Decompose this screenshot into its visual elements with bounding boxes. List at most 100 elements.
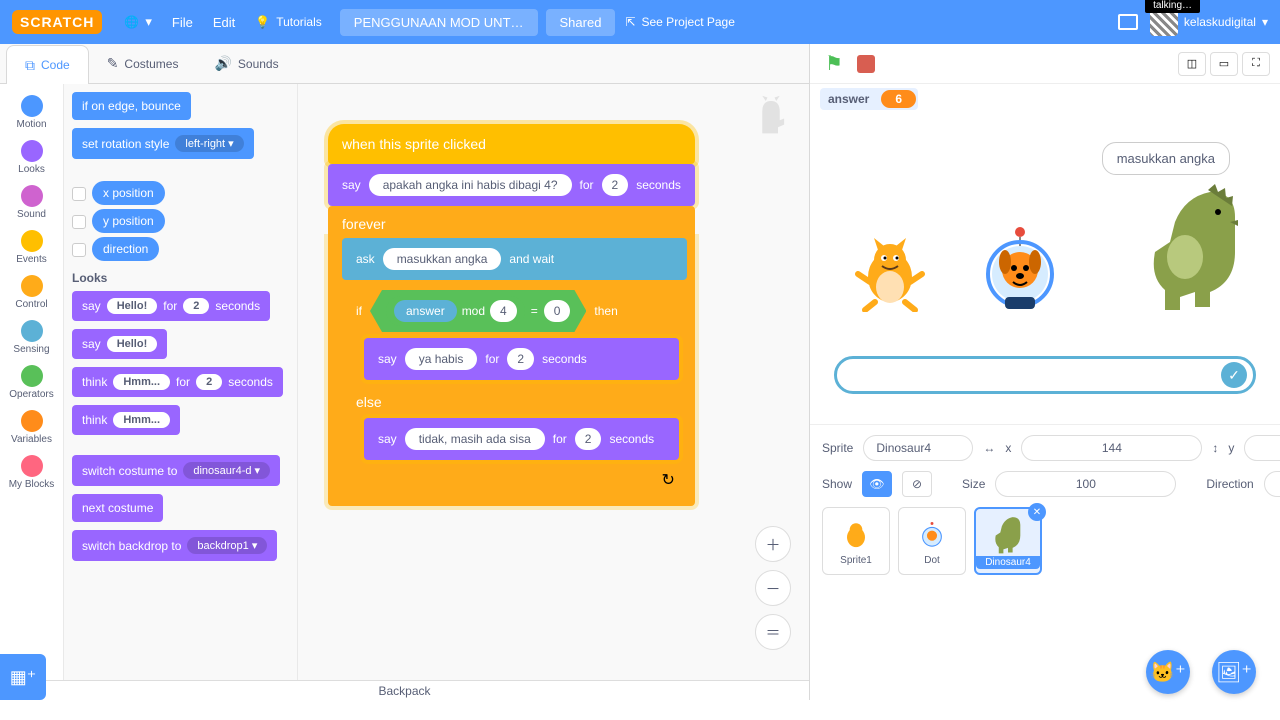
see-project-page-button[interactable]: ⇱See Project Page (615, 0, 744, 44)
sprite-dinosaur-icon[interactable] (1140, 182, 1250, 312)
scratch-logo[interactable]: SCRATCH (12, 10, 102, 34)
backpack-panel[interactable]: Backpack (0, 680, 809, 700)
block-if-edge-bounce[interactable]: if on edge, bounce (72, 92, 191, 120)
zoom-out-button[interactable]: － (755, 570, 791, 606)
checkbox-x-position[interactable] (72, 187, 86, 201)
stage-small-button[interactable]: ◫ (1178, 52, 1206, 76)
costumes-icon: ✎ (107, 55, 119, 72)
tab-code[interactable]: ⧉Code (6, 45, 89, 84)
block-say-question[interactable]: sayapakah angka ini habis dibagi 4?for2s… (328, 164, 695, 206)
script-stack[interactable]: when this sprite clicked sayapakah angka… (328, 124, 695, 506)
reporter-y-position[interactable]: y position (92, 209, 165, 233)
checkbox-direction[interactable] (72, 243, 86, 257)
zoom-reset-button[interactable]: ＝ (755, 614, 791, 650)
stage-canvas[interactable]: masukkan angka ✓ (820, 112, 1270, 402)
sprite-y-input[interactable] (1244, 435, 1280, 461)
zoom-in-button[interactable]: ＋ (755, 526, 791, 562)
sensing-answer[interactable]: answer (394, 300, 457, 322)
tab-costumes[interactable]: ✎Costumes (89, 44, 197, 83)
tab-sounds[interactable]: 🔊Sounds (196, 44, 296, 83)
block-next-costume[interactable]: next costume (72, 494, 163, 522)
reporter-direction[interactable]: direction (92, 237, 159, 261)
mystuff-icon[interactable] (1118, 14, 1138, 30)
delete-sprite-button[interactable]: ✕ (1028, 503, 1046, 521)
category-dot-icon (21, 140, 43, 162)
ask-submit-button[interactable]: ✓ (1221, 362, 1247, 388)
block-say-for-seconds[interactable]: sayHello!for2seconds (72, 291, 270, 321)
category-operators[interactable]: Operators (0, 360, 63, 405)
sprite-name-input[interactable] (863, 435, 973, 461)
block-categories: MotionLooksSoundEventsControlSensingOper… (0, 84, 64, 680)
category-control[interactable]: Control (0, 270, 63, 315)
shared-status: Shared (546, 9, 616, 36)
stop-button[interactable] (852, 50, 880, 78)
operator-equals[interactable]: answermod4 =0 (370, 290, 586, 332)
stage-header: ⚑ ◫ ▭ ⛶ (810, 44, 1280, 84)
block-else[interactable]: else (342, 386, 687, 418)
category-dot-icon (21, 410, 43, 432)
block-when-sprite-clicked[interactable]: when this sprite clicked (328, 124, 695, 164)
tutorials-button[interactable]: 💡Tutorials (245, 0, 332, 44)
operator-mod[interactable]: answermod4 (386, 296, 525, 326)
category-my blocks[interactable]: My Blocks (0, 450, 63, 495)
sprite-card-sprite1[interactable]: Sprite1 (822, 507, 890, 575)
external-icon: ⇱ (625, 15, 635, 29)
sprite-dot-icon[interactable] (975, 212, 1065, 312)
language-menu[interactable]: 🌐▾ (114, 0, 161, 44)
category-looks[interactable]: Looks (0, 135, 63, 180)
sounds-icon: 🔊 (214, 55, 231, 72)
category-dot-icon (21, 185, 43, 207)
flag-icon: ⚑ (825, 51, 843, 76)
fullscreen-button[interactable]: ⛶ (1242, 52, 1270, 76)
stop-icon (857, 55, 875, 73)
sprite-list: Sprite1 Dot ✕ Dinosaur4 (822, 507, 1280, 575)
add-backdrop-button[interactable]: 🖼⁺ (1212, 650, 1256, 694)
answer-monitor[interactable]: answer 6 (820, 88, 918, 110)
category-sound[interactable]: Sound (0, 180, 63, 225)
block-say[interactable]: sayHello! (72, 329, 167, 359)
reporter-x-position[interactable]: x position (92, 181, 165, 205)
checkbox-y-position[interactable] (72, 215, 86, 229)
block-switch-backdrop[interactable]: switch backdrop tobackdrop1 ▾ (72, 530, 277, 561)
sprite-direction-input[interactable] (1264, 471, 1280, 497)
block-say-yes[interactable]: sayya habisfor2seconds (364, 338, 679, 380)
stage-area: answer 6 masukkan angka ✓ (810, 84, 1280, 424)
top-menu-bar: SCRATCH 🌐▾ File Edit 💡Tutorials PENGGUNA… (0, 0, 1280, 44)
sprite-size-input[interactable] (995, 471, 1176, 497)
ask-text-input[interactable] (851, 368, 1221, 383)
block-if-then[interactable]: if answermod4 =0 then (342, 280, 687, 338)
project-title-input[interactable]: PENGGUNAAN MOD UNT… (340, 9, 538, 36)
block-set-rotation[interactable]: set rotation styleleft-right ▾ (72, 128, 254, 159)
tooltip: talking… (1145, 0, 1200, 13)
script-workspace[interactable]: when this sprite clicked sayapakah angka… (298, 84, 809, 680)
block-think[interactable]: thinkHmm... (72, 405, 180, 435)
loop-arrow-icon: ↻ (342, 466, 687, 498)
category-dot-icon (21, 455, 43, 477)
category-events[interactable]: Events (0, 225, 63, 270)
block-forever[interactable]: forever (328, 206, 695, 238)
category-variables[interactable]: Variables (0, 405, 63, 450)
category-motion[interactable]: Motion (0, 90, 63, 135)
category-sensing[interactable]: Sensing (0, 315, 63, 360)
block-think-for-seconds[interactable]: thinkHmm...for2seconds (72, 367, 283, 397)
add-sprite-button[interactable]: 🐱⁺ (1146, 650, 1190, 694)
hide-sprite-button[interactable]: ⊘ (902, 471, 932, 497)
category-dot-icon (21, 230, 43, 252)
sprite-cat-icon[interactable] (850, 232, 930, 312)
file-menu[interactable]: File (162, 0, 203, 44)
speech-bubble: masukkan angka (1102, 142, 1230, 175)
block-say-no[interactable]: saytidak, masih ada sisafor2seconds (364, 418, 679, 460)
category-dot-icon (21, 320, 43, 342)
block-palette[interactable]: if on edge, bounce set rotation stylelef… (64, 84, 298, 680)
green-flag-button[interactable]: ⚑ (820, 50, 848, 78)
show-sprite-button[interactable]: 👁 (862, 471, 892, 497)
block-ask-and-wait[interactable]: askmasukkan angkaand wait (342, 238, 687, 280)
looks-header: Looks (72, 271, 289, 285)
stage-large-button[interactable]: ▭ (1210, 52, 1238, 76)
sprite-card-dot[interactable]: Dot (898, 507, 966, 575)
sprite-x-input[interactable] (1021, 435, 1202, 461)
category-dot-icon (21, 275, 43, 297)
edit-menu[interactable]: Edit (203, 0, 245, 44)
block-switch-costume[interactable]: switch costume todinosaur4-d ▾ (72, 455, 280, 486)
sprite-card-dinosaur4[interactable]: ✕ Dinosaur4 (974, 507, 1042, 575)
